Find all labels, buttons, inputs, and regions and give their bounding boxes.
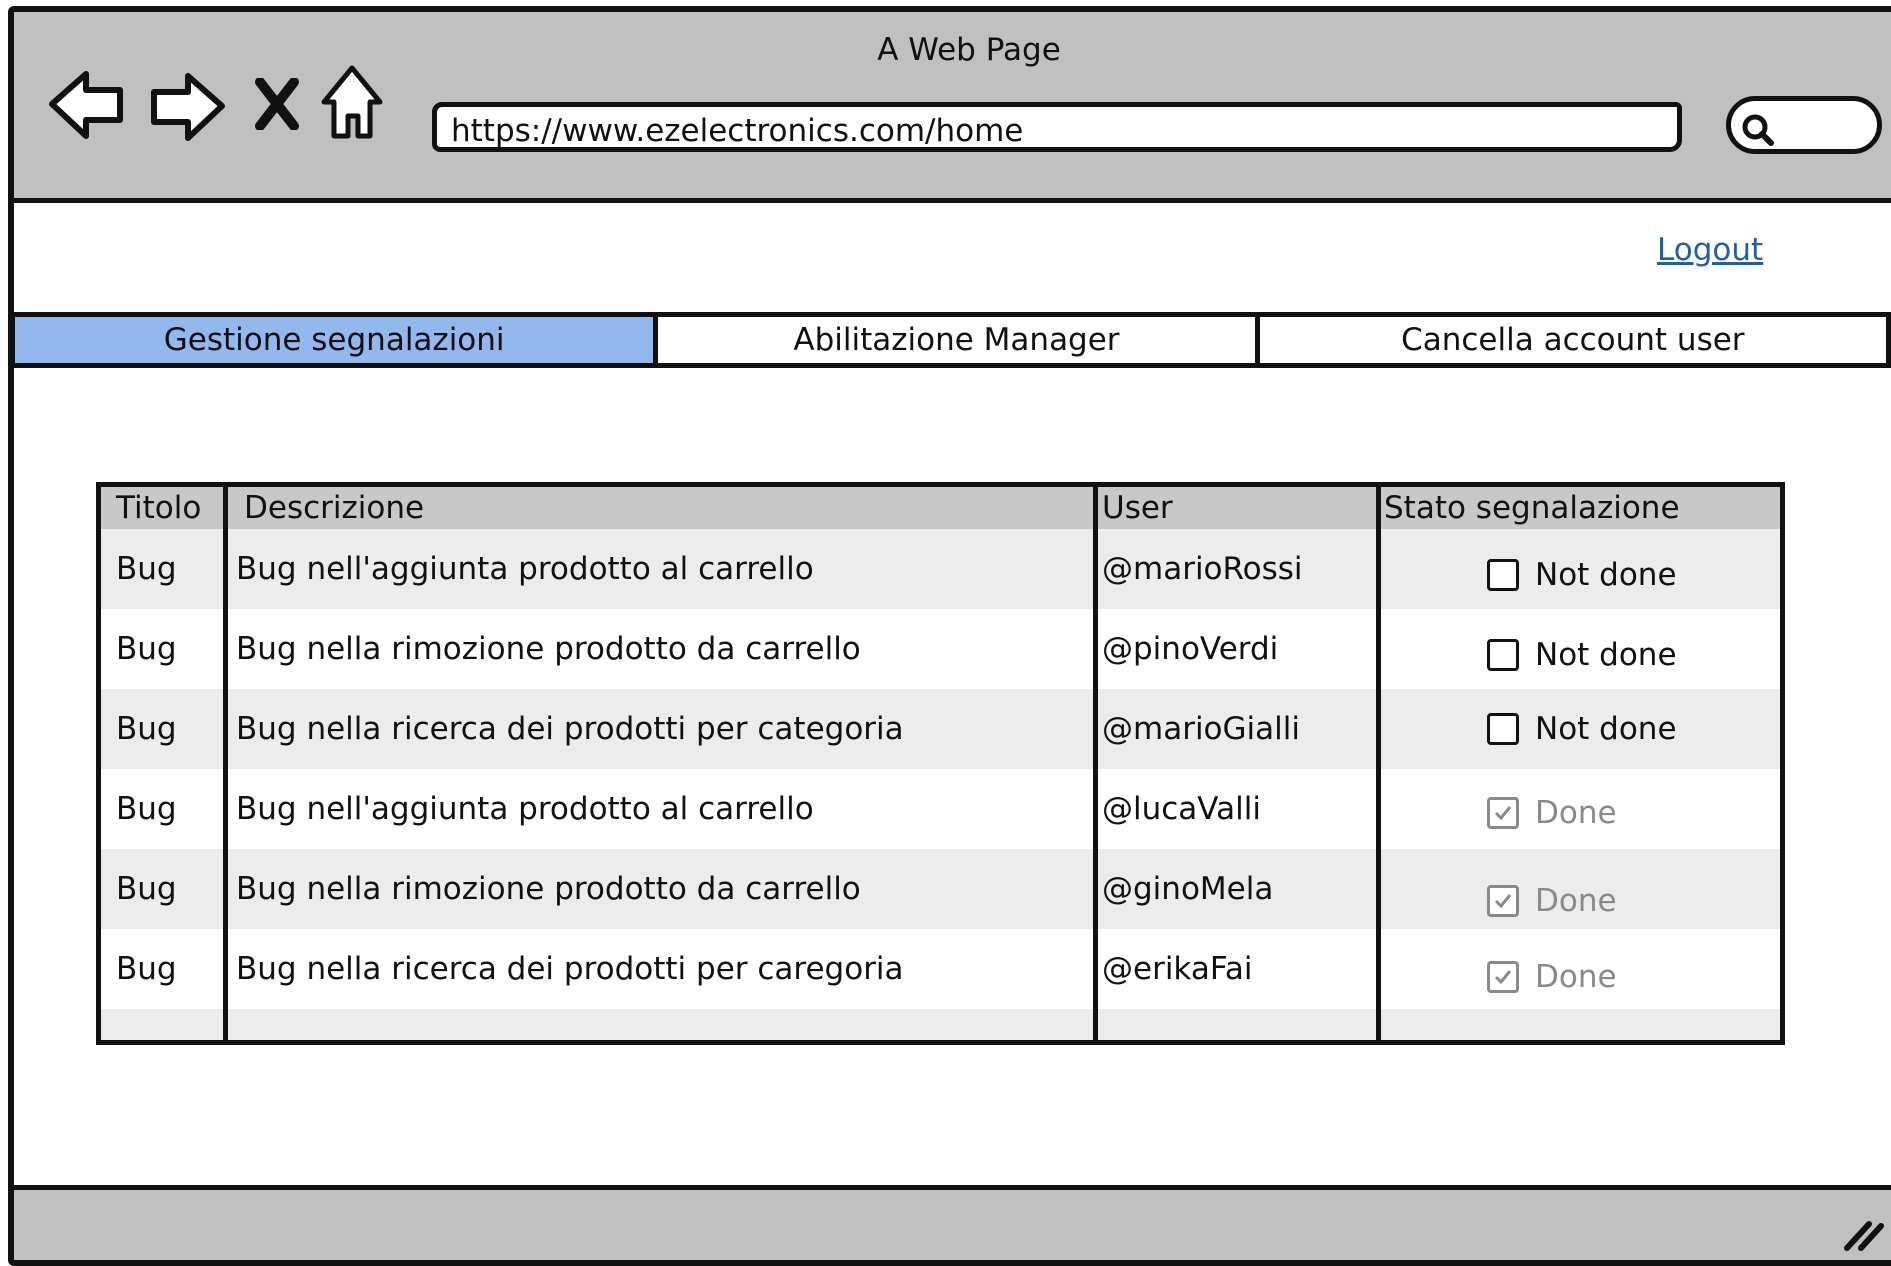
status-toggle[interactable]: Not done — [1487, 535, 1677, 615]
cell-titolo: Bug — [116, 711, 177, 747]
back-arrow-icon[interactable] — [48, 68, 126, 140]
tab-bar: Gestione segnalazioni Abilitazione Manag… — [10, 312, 1891, 368]
status-label: Done — [1535, 795, 1617, 831]
url-bar[interactable]: https://www.ezelectronics.com/home — [432, 102, 1682, 152]
checkbox-checked[interactable] — [1487, 885, 1519, 917]
cell-user: @erikaFai — [1102, 951, 1253, 987]
checkmark-icon — [1494, 894, 1512, 909]
tab-cancella-account-user[interactable]: Cancella account user — [1260, 317, 1891, 363]
status-toggle[interactable]: Done — [1487, 773, 1617, 853]
checkbox[interactable] — [1487, 639, 1519, 671]
status-label: Not done — [1535, 637, 1677, 673]
cell-titolo: Bug — [116, 951, 177, 987]
checkmark-icon — [1494, 970, 1512, 985]
checkbox[interactable] — [1487, 713, 1519, 745]
table-row: Bug Bug nell'aggiunta prodotto al carrel… — [101, 769, 1780, 849]
status-label: Not done — [1535, 557, 1677, 593]
table-row: Bug Bug nella rimozione prodotto da carr… — [101, 609, 1780, 689]
cell-descrizione: Bug nell'aggiunta prodotto al carrello — [236, 551, 814, 587]
column-divider — [1376, 487, 1381, 1040]
cell-descrizione: Bug nella ricerca dei prodotti per careg… — [236, 951, 904, 987]
cell-descrizione: Bug nella ricerca dei prodotti per categ… — [236, 711, 904, 747]
cell-user: @marioGialli — [1102, 711, 1300, 747]
cell-user: @pinoVerdi — [1102, 631, 1279, 667]
status-toggle[interactable]: Done — [1487, 937, 1617, 1017]
status-label: Not done — [1535, 711, 1677, 747]
status-toggle[interactable]: Not done — [1487, 615, 1677, 695]
cell-titolo: Bug — [116, 871, 177, 907]
reports-table: Titolo Descrizione User Stato segnalazio… — [96, 482, 1785, 1045]
checkmark-icon — [1494, 806, 1512, 821]
cell-descrizione: Bug nella rimozione prodotto da carrello — [236, 871, 861, 907]
tab-abilitazione-manager[interactable]: Abilitazione Manager — [658, 317, 1260, 363]
header-titolo: Titolo — [116, 490, 202, 526]
header-stato-segnalazione: Stato segnalazione — [1384, 490, 1680, 526]
table-row: Bug Bug nella rimozione prodotto da carr… — [101, 849, 1780, 929]
table-row: Bug Bug nella ricerca dei prodotti per c… — [101, 929, 1780, 1009]
logout-link[interactable]: Logout — [1657, 232, 1763, 268]
status-label: Done — [1535, 959, 1617, 995]
table-row-empty — [101, 1009, 1780, 1040]
cell-user: @marioRossi — [1102, 551, 1303, 587]
cell-titolo: Bug — [116, 551, 177, 587]
cell-descrizione: Bug nella rimozione prodotto da carrello — [236, 631, 861, 667]
status-label: Done — [1535, 883, 1617, 919]
cell-user: @lucaValli — [1102, 791, 1261, 827]
tab-gestione-segnalazioni[interactable]: Gestione segnalazioni — [15, 317, 659, 363]
checkbox-checked[interactable] — [1487, 961, 1519, 993]
cell-titolo: Bug — [116, 631, 177, 667]
table-row: Bug Bug nella ricerca dei prodotti per c… — [101, 689, 1780, 769]
search-icon — [1742, 114, 1774, 146]
checkbox-checked[interactable] — [1487, 797, 1519, 829]
cell-user: @ginoMela — [1102, 871, 1274, 907]
browser-toolbar: A Web Page https://www.ezelectronics.com… — [14, 12, 1891, 203]
column-divider — [1093, 487, 1098, 1040]
column-divider — [223, 487, 228, 1040]
browser-search-box[interactable] — [1726, 96, 1882, 154]
resize-grip-icon[interactable] — [1843, 1216, 1885, 1252]
header-user: User — [1102, 490, 1173, 526]
home-icon[interactable] — [320, 64, 384, 142]
status-toggle[interactable]: Not done — [1487, 689, 1677, 769]
table-row: Bug Bug nell'aggiunta prodotto al carrel… — [101, 529, 1780, 609]
close-x-icon[interactable] — [254, 78, 300, 130]
cell-titolo: Bug — [116, 791, 177, 827]
window-title: A Web Page — [877, 32, 1061, 68]
cell-descrizione: Bug nell'aggiunta prodotto al carrello — [236, 791, 814, 827]
checkbox[interactable] — [1487, 559, 1519, 591]
table-header-row: Titolo Descrizione User Stato segnalazio… — [101, 487, 1780, 529]
forward-arrow-icon[interactable] — [148, 70, 226, 142]
header-descrizione: Descrizione — [244, 490, 425, 526]
